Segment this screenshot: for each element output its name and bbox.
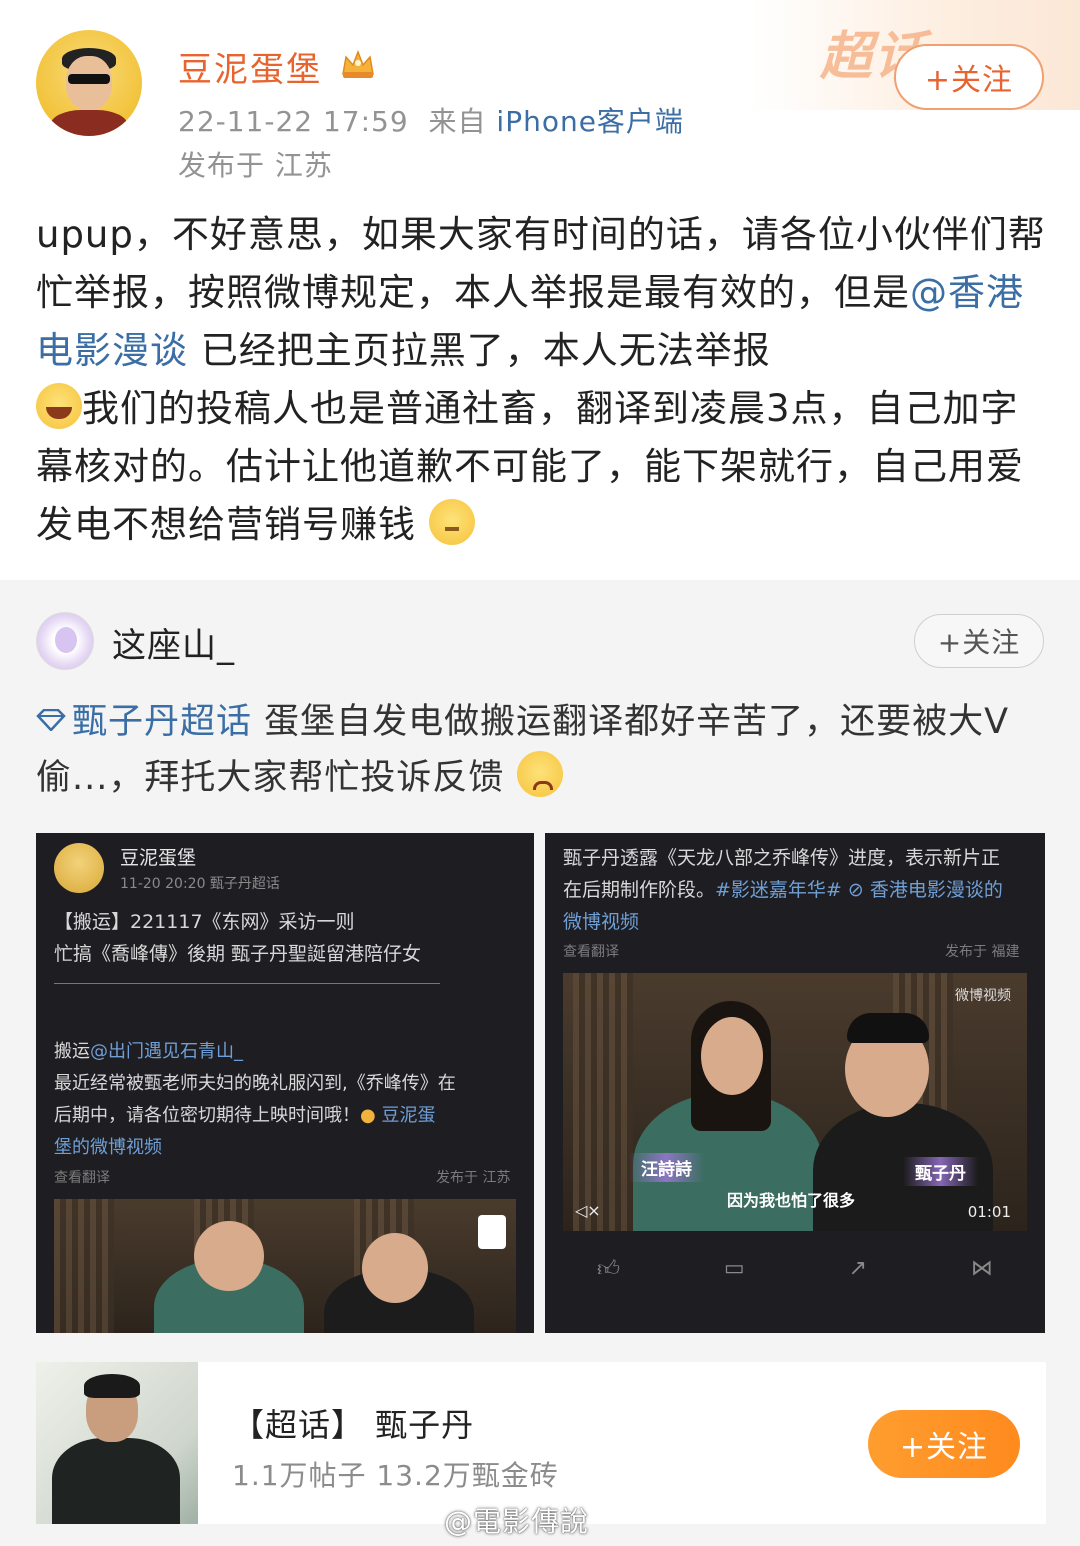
shot-line: 堡的微博视频	[54, 1137, 162, 1158]
topic-stats: 1.1万帖子 13.2万甄金砖	[232, 1459, 559, 1492]
shot-line: 搬运@出门遇见石青山_	[54, 1041, 243, 1062]
repost-username[interactable]: 这座山_	[112, 618, 235, 667]
sad-emoji-icon	[516, 751, 563, 797]
shot-line: 最近经常被甄老师夫妇的晚礼服闪到,《乔峰传》在	[54, 1073, 456, 1094]
topic-follow-button[interactable]: +关注	[868, 1410, 1020, 1478]
topic-cover-image	[36, 1362, 198, 1524]
follow-button[interactable]: +关注	[894, 44, 1044, 110]
video-duration: 01:01	[967, 1203, 1011, 1221]
post-source[interactable]: iPhone客户端	[496, 105, 684, 138]
video-player[interactable]: 微博视频 汪詩詩 甄子丹 因为我也怕了很多 ◁× 01:01	[563, 973, 1027, 1231]
post-from-prefix: 来自	[428, 105, 487, 138]
shot-line: 甄子丹透露《天龙八部之乔峰传》进度，表示新片正	[563, 847, 1001, 869]
divider	[54, 983, 440, 984]
shot-line: 微博视频	[563, 911, 640, 933]
post-text: upup，不好意思，如果大家有时间的话，请各位小伙伴们帮忙举报，按照微博规定，本…	[36, 206, 1046, 554]
post-text-part3: 我们的投稿人也是普通社畜，翻译到凌晨3点，自己加字幕核对的。估计让他道歉不可能了…	[36, 387, 1024, 546]
video-toolbar: 👍︎ ▭ ↗ ⋈	[545, 1233, 1045, 1303]
post-text-part2: 已经把主页拉黑了，本人无法举报	[188, 329, 771, 372]
avatar	[54, 843, 104, 893]
comment-icon[interactable]: ▭	[724, 1256, 745, 1281]
post-location: 发布于 江苏	[178, 149, 333, 182]
share-icon[interactable]: ↗	[849, 1256, 867, 1281]
mute-icon[interactable]: ◁×	[575, 1201, 601, 1220]
post-time: 22-11-22 17:59	[178, 105, 409, 138]
super-topic-link[interactable]: 甄子丹超话	[36, 702, 252, 742]
post-text-part1: upup，不好意思，如果大家有时间的话，请各位小伙伴们帮忙举报，按照微博规定，本…	[36, 213, 1046, 314]
name-tag-right: 甄子丹	[903, 1157, 978, 1186]
video-logo-icon	[478, 1215, 506, 1249]
repost-card[interactable]: 这座山_ +关注 甄子丹超话 蛋堡自发电做搬运翻译都好辛苦了，还要被大V偷...…	[0, 580, 1080, 1546]
topic-title: 【超话】 甄子丹	[232, 1406, 475, 1444]
crown-icon	[342, 49, 374, 78]
shot-line: 【搬运】221117《东网》采访一则	[54, 911, 355, 933]
weibo-post: 超话 豆泥蛋堡 22-11-22 17:59 来自 iPhone客户端 发布于 …	[0, 0, 1080, 580]
repost-follow-button[interactable]: +关注	[914, 614, 1044, 668]
think-emoji-icon	[428, 499, 475, 545]
name-tag-left: 汪詩詩	[629, 1153, 704, 1182]
like-icon[interactable]: 👍︎	[597, 1255, 620, 1282]
repost-text: 甄子丹超话 蛋堡自发电做搬运翻译都好辛苦了，还要被大V偷...，拜托大家帮忙投诉…	[36, 694, 1046, 806]
shot-translate: 查看翻译	[54, 1170, 110, 1186]
avatar[interactable]	[36, 30, 142, 136]
video-subtitle: 因为我也怕了很多	[727, 1191, 856, 1210]
repost-avatar[interactable]	[36, 612, 94, 670]
image-thumbnail-left[interactable]: 豆泥蛋堡 11-20 20:20 甄子丹超话 【搬运】221117《东网》采访一…	[36, 833, 534, 1333]
image-thumbnail-right[interactable]: 甄子丹透露《天龙八部之乔峰传》进度，表示新片正 在后期制作阶段。#影迷嘉年华# …	[545, 833, 1045, 1333]
post-username[interactable]: 豆泥蛋堡	[178, 42, 322, 91]
shot-line: 在后期制作阶段。#影迷嘉年华# ⊘ 香港电影漫谈的	[563, 879, 1003, 901]
watermark: @電影傳說	[444, 1505, 590, 1538]
more-share-icon[interactable]: ⋈	[971, 1256, 993, 1281]
laugh-emoji-icon	[36, 383, 82, 429]
shot-line: 忙搞《喬峰傳》後期 甄子丹聖誕留港陪仔女	[54, 943, 422, 965]
diamond-icon	[36, 709, 66, 731]
shot-location: 发布于 福建	[945, 944, 1020, 960]
shot-line: 后期中，请各位密切期待上映时间哦！● 豆泥蛋	[54, 1105, 436, 1126]
video-preview	[54, 1199, 516, 1333]
post-meta: 22-11-22 17:59 来自 iPhone客户端	[178, 100, 684, 140]
shot-meta: 11-20 20:20 甄子丹超话	[120, 876, 280, 892]
shot-location: 发布于 江苏	[436, 1170, 511, 1186]
shot-username: 豆泥蛋堡	[120, 847, 197, 869]
super-topic-name: 甄子丹超话	[72, 702, 253, 742]
video-logo: 微博视频	[955, 988, 1011, 1004]
shot-translate: 查看翻译	[563, 944, 619, 960]
